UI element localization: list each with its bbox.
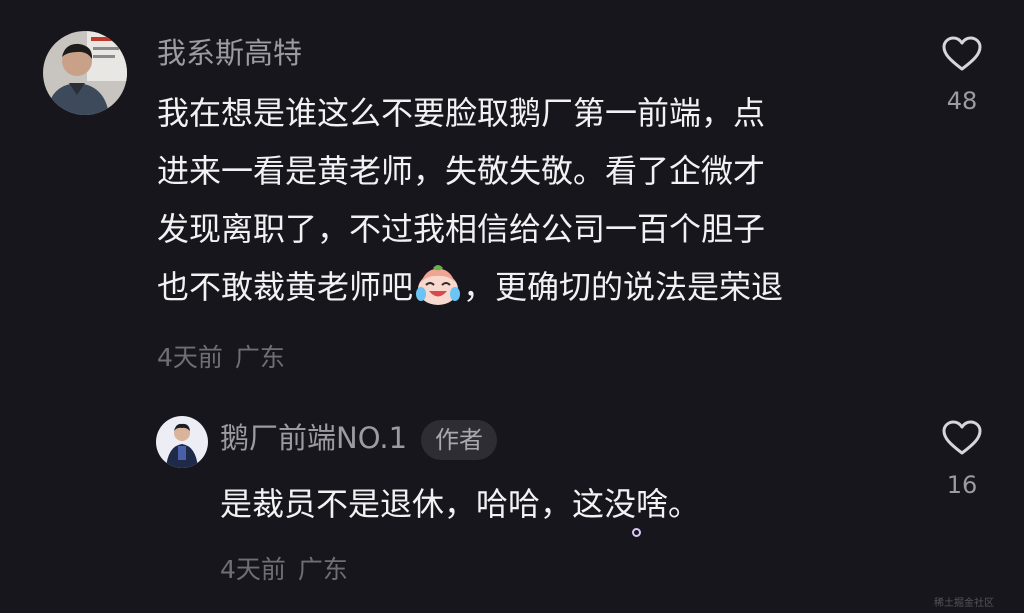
reply-username-row: 鹅厂前端NO.1 作者 xyxy=(220,420,498,460)
comment-text-line: 发现离职了，不过我相信给公司一百个胆子 xyxy=(157,210,766,248)
reply-username[interactable]: 鹅厂前端NO.1 xyxy=(220,421,407,455)
user-photo-icon xyxy=(156,416,208,468)
reply-location: 广东 xyxy=(297,555,348,584)
like-button[interactable]: 16 xyxy=(932,420,992,500)
comment-text-line: 也不敢裁黄老师吧 ，更确切的说法是荣退 xyxy=(157,258,783,324)
comment-text-segment: ，更确切的说法是荣退 xyxy=(463,268,784,306)
avatar[interactable] xyxy=(156,416,208,468)
reply-text: 是裁员不是退休，哈哈，这没啥。 xyxy=(220,485,701,523)
comment-meta: 4天前 广东 xyxy=(157,343,285,373)
heart-icon[interactable] xyxy=(942,36,982,72)
like-count: 16 xyxy=(946,471,978,499)
comment-time: 4天前 xyxy=(157,343,223,372)
comment-username[interactable]: 我系斯高特 xyxy=(157,35,302,71)
reply-meta: 4天前 广东 xyxy=(220,555,348,585)
user-photo-icon xyxy=(43,31,127,115)
heart-icon[interactable] xyxy=(942,420,982,456)
comment-text-segment: 也不敢裁黄老师吧 xyxy=(157,268,414,306)
reply-time: 4天前 xyxy=(220,555,286,584)
avatar[interactable] xyxy=(43,31,127,115)
comment-location: 广东 xyxy=(234,343,285,372)
comment-item: 我系斯高特 我在想是谁这么不要脸取鹅厂第一前端，点 进来一看是黄老师，失敬失敬。… xyxy=(0,0,1024,390)
like-count: 48 xyxy=(946,87,978,115)
crying-laughing-emoji-icon xyxy=(415,264,461,324)
comment-text-line: 我在想是谁这么不要脸取鹅厂第一前端，点 xyxy=(157,94,766,132)
author-badge: 作者 xyxy=(421,420,498,460)
watermark: 稀土掘金社区 xyxy=(934,598,994,609)
reply-item: 鹅厂前端NO.1 作者 是裁员不是退休，哈哈，这没啥。 4天前 广东 16 xyxy=(0,400,1024,600)
text-cursor-dot xyxy=(632,528,641,537)
like-button[interactable]: 48 xyxy=(932,36,992,116)
comment-text-line: 进来一看是黄老师，失敬失敬。看了企微才 xyxy=(157,152,766,190)
comment-text: 我在想是谁这么不要脸取鹅厂第一前端，点 进来一看是黄老师，失敬失敬。看了企微才 … xyxy=(157,84,783,324)
